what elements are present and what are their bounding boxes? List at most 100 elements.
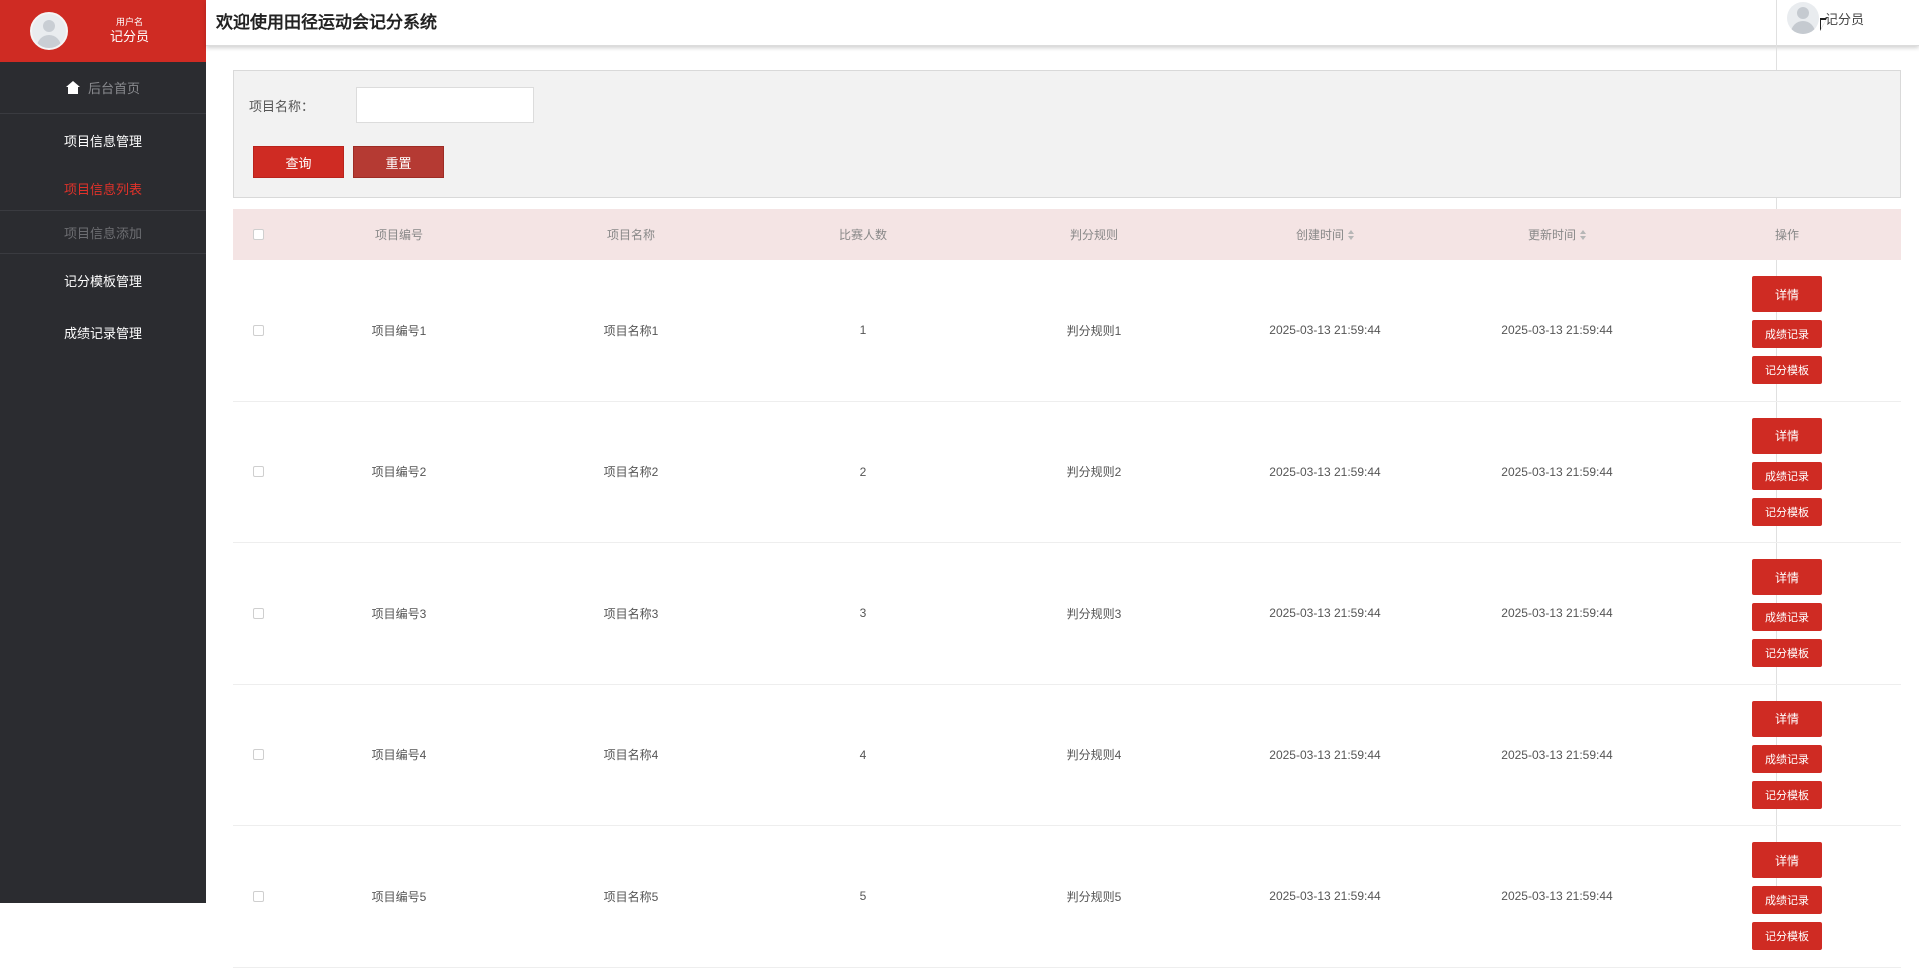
user-role: 记分员 xyxy=(110,28,150,44)
project-name-search-input[interactable] xyxy=(356,87,534,123)
table-row: 项目编号3 项目名称3 3 判分规则3 2025-03-13 21:59:44 … xyxy=(233,543,1901,685)
select-all-cell xyxy=(233,229,283,240)
column-header-rule: 判分规则 xyxy=(1069,228,1118,242)
cell-rule: 判分规则4 xyxy=(1066,748,1122,763)
cell-rule: 判分规则5 xyxy=(1066,889,1122,904)
detail-button[interactable]: 详情 xyxy=(1752,559,1822,596)
page-title: 欢迎使用田径运动会记分系统 xyxy=(216,13,437,32)
table-row: 项目编号4 项目名称4 4 判分规则4 2025-03-13 21:59:44 … xyxy=(233,685,1901,826)
score-record-button[interactable]: 成绩记录 xyxy=(1752,886,1822,915)
column-header-code: 项目编号 xyxy=(374,228,423,242)
header-user-name: 记分员 xyxy=(1824,11,1864,27)
select-all-checkbox[interactable] xyxy=(252,229,264,240)
cell-code: 项目编号4 xyxy=(371,748,427,763)
cell-created: 2025-03-13 21:59:44 xyxy=(1269,606,1381,621)
sidebar-group-project-info[interactable]: 项目信息管理 xyxy=(0,114,206,166)
cell-code: 项目编号2 xyxy=(371,465,427,480)
sort-icon[interactable] xyxy=(1580,229,1586,240)
cell-updated: 2025-03-13 21:59:44 xyxy=(1501,747,1613,762)
row-checkbox[interactable] xyxy=(252,890,264,902)
row-select-cell xyxy=(233,890,283,902)
cell-updated: 2025-03-13 21:59:44 xyxy=(1501,464,1613,479)
row-checkbox[interactable] xyxy=(252,324,264,336)
sidebar-group-score-template[interactable]: 记分模板管理 xyxy=(0,254,206,306)
row-actions: 详情 成绩记录 记分模板 xyxy=(1673,559,1901,668)
score-template-button[interactable]: 记分模板 xyxy=(1752,922,1822,951)
table-row: 项目编号1 项目名称1 1 判分规则1 2025-03-13 21:59:44 … xyxy=(233,260,1901,402)
cell-updated: 2025-03-13 21:59:44 xyxy=(1501,323,1613,338)
cell-count: 4 xyxy=(859,747,867,762)
sort-icon[interactable] xyxy=(1348,229,1354,240)
score-record-button[interactable]: 成绩记录 xyxy=(1752,461,1822,490)
row-checkbox[interactable] xyxy=(252,749,264,761)
cell-code: 项目编号1 xyxy=(371,323,427,338)
row-actions: 详情 成绩记录 记分模板 xyxy=(1673,417,1901,526)
cell-name: 项目名称1 xyxy=(603,323,659,338)
cell-rule: 判分规则2 xyxy=(1066,465,1122,480)
score-template-button[interactable]: 记分模板 xyxy=(1752,497,1822,526)
cell-created: 2025-03-13 21:59:44 xyxy=(1269,889,1381,904)
score-record-button[interactable]: 成绩记录 xyxy=(1752,744,1822,773)
search-label: 项目名称： xyxy=(249,99,315,114)
reset-button[interactable]: 重置 xyxy=(353,146,444,178)
column-header-name: 项目名称 xyxy=(606,228,655,242)
row-select-cell xyxy=(233,749,283,761)
sidebar-item-project-add[interactable]: 项目信息添加 xyxy=(0,210,206,254)
cell-count: 3 xyxy=(859,606,867,621)
detail-button[interactable]: 详情 xyxy=(1752,417,1822,454)
cell-updated: 2025-03-13 21:59:44 xyxy=(1501,889,1613,904)
score-template-button[interactable]: 记分模板 xyxy=(1752,356,1822,385)
detail-button[interactable]: 详情 xyxy=(1752,276,1822,313)
top-header: 欢迎使用田径运动会记分系统 记分员 xyxy=(206,0,1919,46)
cell-name: 项目名称3 xyxy=(603,606,659,621)
column-header-count: 比赛人数 xyxy=(838,228,887,242)
sidebar-item-project-list[interactable]: 项目信息列表 xyxy=(0,166,206,210)
column-header-updated-label: 更新时间 xyxy=(1527,228,1576,242)
table-header: 项目编号 项目名称 比赛人数 判分规则 创建时间 更新时间 操作 xyxy=(233,209,1901,260)
cell-code: 项目编号3 xyxy=(371,606,427,621)
score-template-button[interactable]: 记分模板 xyxy=(1752,639,1822,668)
detail-button[interactable]: 详情 xyxy=(1752,700,1822,737)
score-template-button[interactable]: 记分模板 xyxy=(1752,780,1822,809)
cell-created: 2025-03-13 21:59:44 xyxy=(1269,464,1381,479)
search-panel: 项目名称： 查询 重置 xyxy=(233,70,1901,198)
score-record-button[interactable]: 成绩记录 xyxy=(1752,320,1822,349)
avatar[interactable] xyxy=(30,12,68,50)
user-caption: 用户名 xyxy=(116,17,144,28)
row-checkbox[interactable] xyxy=(252,466,264,478)
cell-count: 5 xyxy=(859,889,867,904)
sidebar-user-info: 用户名 记分员 xyxy=(110,17,149,44)
header-avatar[interactable] xyxy=(1786,2,1819,34)
column-header-created[interactable]: 创建时间 xyxy=(1209,226,1441,243)
cell-name: 项目名称5 xyxy=(603,889,659,904)
cell-updated: 2025-03-13 21:59:44 xyxy=(1501,606,1613,621)
sidebar-item-home[interactable]: 后台首页 xyxy=(0,62,206,114)
row-actions: 详情 成绩记录 记分模板 xyxy=(1673,276,1901,385)
cell-rule: 判分规则1 xyxy=(1066,323,1122,338)
row-actions: 详情 成绩记录 记分模板 xyxy=(1673,842,1901,951)
sidebar-user-box: 用户名 记分员 xyxy=(0,0,206,62)
column-header-updated[interactable]: 更新时间 xyxy=(1441,226,1673,243)
row-checkbox[interactable] xyxy=(252,607,264,619)
cell-count: 2 xyxy=(859,464,867,479)
query-button[interactable]: 查询 xyxy=(253,146,344,178)
row-select-cell xyxy=(233,607,283,619)
cell-name: 项目名称2 xyxy=(603,465,659,480)
cell-created: 2025-03-13 21:59:44 xyxy=(1269,323,1381,338)
detail-button[interactable]: 详情 xyxy=(1752,842,1822,879)
score-record-button[interactable]: 成绩记录 xyxy=(1752,603,1822,632)
sidebar-item-home-label: 后台首页 xyxy=(87,81,140,96)
table-row: 项目编号2 项目名称2 2 判分规则2 2025-03-13 21:59:44 … xyxy=(233,402,1901,543)
cell-code: 项目编号5 xyxy=(371,889,427,904)
row-select-cell xyxy=(233,466,283,478)
home-icon xyxy=(65,81,80,94)
cell-count: 1 xyxy=(859,323,867,338)
sidebar-group-score-record[interactable]: 成绩记录管理 xyxy=(0,306,206,358)
project-table: 项目编号 项目名称 比赛人数 判分规则 创建时间 更新时间 操作 项目编号1 项… xyxy=(233,209,1901,968)
cell-name: 项目名称4 xyxy=(603,748,659,763)
row-actions: 详情 成绩记录 记分模板 xyxy=(1673,700,1901,809)
cell-rule: 判分规则3 xyxy=(1066,606,1122,621)
mouse-cursor-icon xyxy=(1820,18,1827,31)
column-header-actions: 操作 xyxy=(1774,228,1799,242)
sidebar: 用户名 记分员 后台首页 项目信息管理 项目信息列表 项目信息添加 记分模板管理… xyxy=(0,0,206,903)
